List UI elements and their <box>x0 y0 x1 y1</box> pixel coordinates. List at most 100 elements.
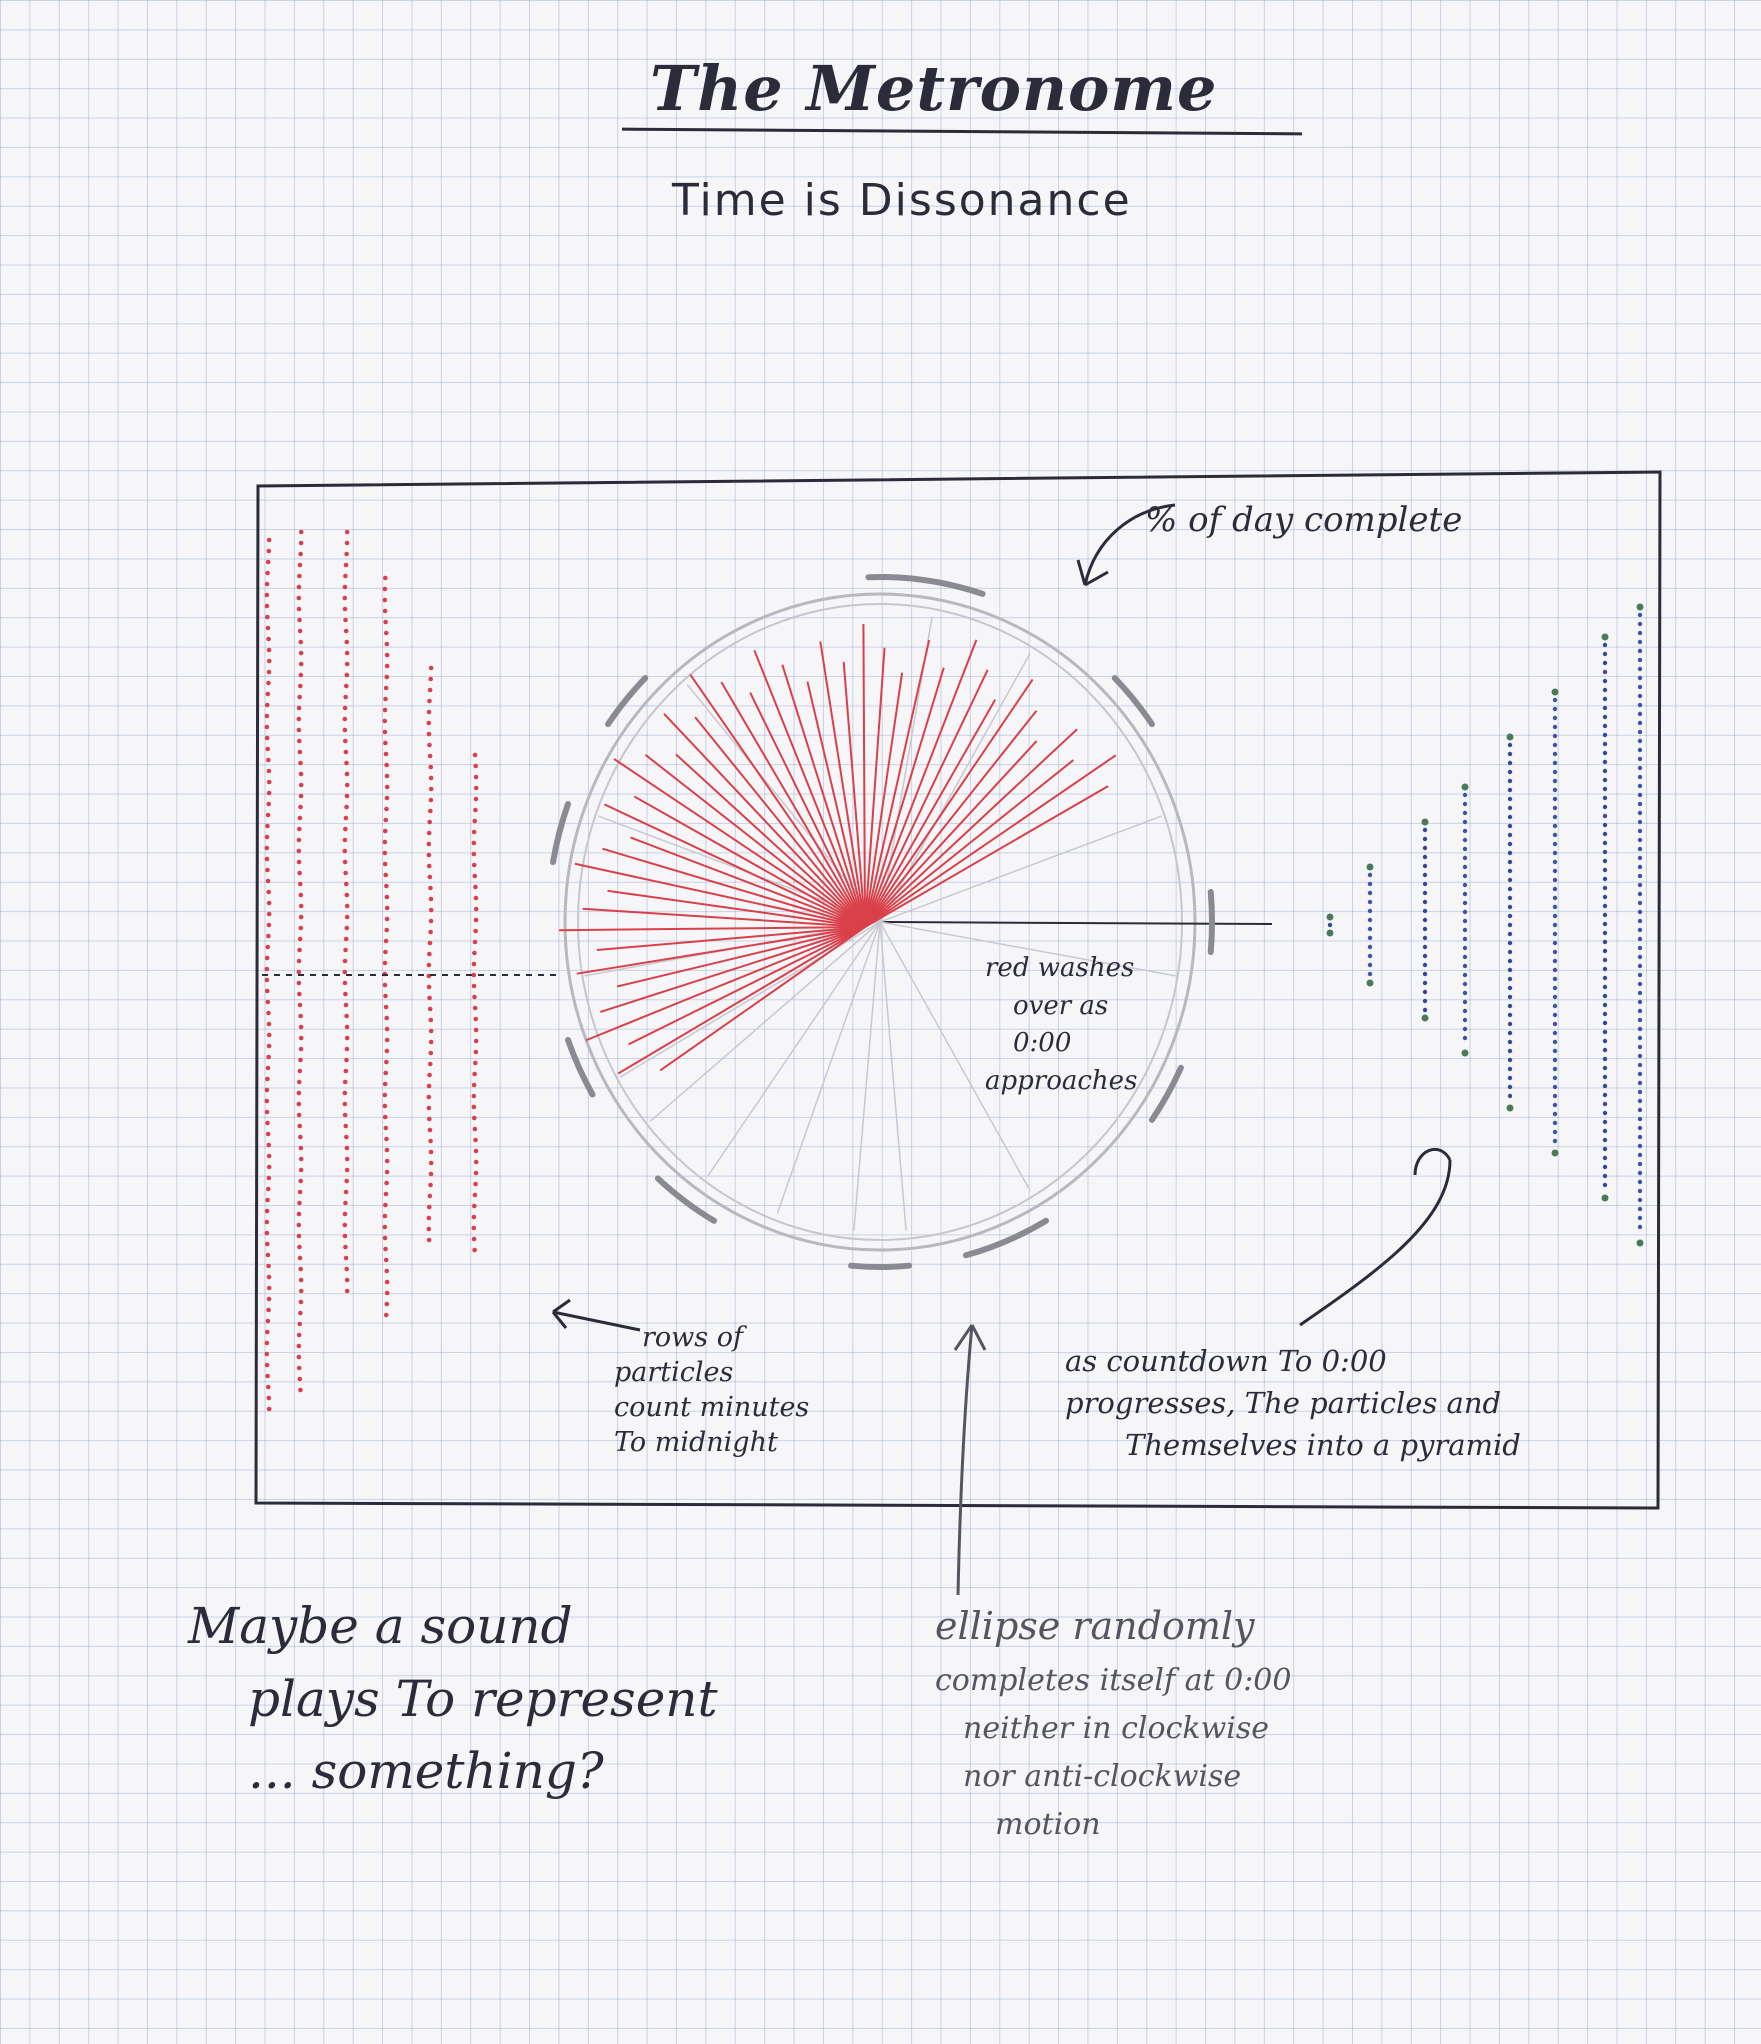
particle-dot <box>342 716 348 722</box>
particle-dot <box>384 784 390 790</box>
pyramid-dot <box>1602 975 1608 981</box>
particle-dot <box>383 1125 389 1131</box>
pyramid-dot <box>1602 804 1608 810</box>
particle-dot <box>428 676 433 682</box>
particle-dot <box>266 1054 271 1060</box>
pyramid-dot <box>1552 814 1558 820</box>
particle-dot <box>344 1277 350 1283</box>
pyramid-dot <box>1637 774 1643 780</box>
clock-ellipse <box>550 574 1273 1271</box>
particle-dot <box>344 1134 349 1140</box>
pyramid-bottom-dot <box>1421 1014 1429 1022</box>
particle-dot <box>266 548 272 554</box>
red-radial-line <box>842 661 866 928</box>
pyramid-dot <box>1637 882 1643 888</box>
pyramid-dot <box>1602 1038 1608 1044</box>
pyramid-dot <box>1602 939 1608 945</box>
particle-dot <box>298 1156 304 1162</box>
particle-dot <box>384 883 389 889</box>
note-line: motion <box>995 1806 1101 1842</box>
pyramid-dot <box>1637 1125 1643 1131</box>
particle-dot <box>471 1104 477 1110</box>
pyramid-dot <box>1507 823 1513 829</box>
particle-dot <box>266 1307 271 1313</box>
particle-dot <box>428 896 434 902</box>
particle-dot <box>266 900 272 906</box>
pyramid-dot <box>1552 949 1558 955</box>
particle-dot <box>384 641 390 647</box>
pyramid-dot <box>1507 1084 1513 1090</box>
particle-dot <box>298 1167 304 1173</box>
particle-dot <box>472 939 478 945</box>
particle-dot <box>343 815 349 821</box>
pyramid-dot <box>1507 1039 1513 1045</box>
particle-dot <box>264 1241 270 1247</box>
particle-dot <box>296 1365 302 1371</box>
pyramid-dot <box>1637 801 1643 807</box>
particle-dot <box>298 1134 303 1140</box>
particle-dot <box>265 625 271 631</box>
particle-dot <box>473 1181 478 1187</box>
particle-dot <box>473 785 479 791</box>
particle-dot <box>298 1046 304 1052</box>
particle-dot <box>428 665 434 671</box>
particle-dot <box>343 936 349 942</box>
clock-tick <box>1111 675 1155 728</box>
particle-dot <box>383 1202 388 1208</box>
particle-dot <box>426 1204 432 1210</box>
particle-dot <box>297 936 303 942</box>
particle-dot <box>472 818 478 824</box>
pyramid-dot <box>1462 819 1468 825</box>
particle-dot <box>264 1329 270 1335</box>
particle-dot <box>473 1027 479 1033</box>
particle-dot <box>473 1038 479 1044</box>
pyramid-dot <box>1637 1071 1643 1077</box>
pyramid-dot <box>1602 885 1608 891</box>
pyramid-dot <box>1462 1008 1468 1014</box>
note-line: Themselves into a pyramid <box>1125 1428 1521 1463</box>
particle-dot <box>297 1244 302 1250</box>
particle-dot <box>296 837 302 843</box>
particle-dot <box>266 1395 272 1401</box>
particle-dot <box>297 991 302 997</box>
pyramid-dot <box>1422 989 1428 995</box>
particle-dot <box>384 1290 390 1296</box>
particle-dot <box>266 1274 272 1280</box>
pyramid-dot <box>1637 657 1643 663</box>
particle-dot <box>427 1072 432 1078</box>
pyramid-dot <box>1507 895 1513 901</box>
pyramid-dot <box>1507 778 1513 784</box>
particle-dot <box>266 636 271 642</box>
pyramid-dot <box>1507 1003 1513 1009</box>
particle-dot <box>344 1057 349 1063</box>
particle-dot <box>344 771 350 777</box>
particle-dot <box>298 793 304 799</box>
note-line: plays To represent <box>248 1669 718 1728</box>
grey-radial-line <box>879 921 907 1231</box>
particle-dot <box>264 603 270 609</box>
pyramid-top-dot <box>1551 688 1559 696</box>
particle-dot <box>384 674 390 680</box>
particle-dot <box>297 694 302 700</box>
particle-dot <box>383 740 388 746</box>
pyramid-dot <box>1602 813 1608 819</box>
particle-dot <box>383 685 389 691</box>
particle-dot <box>427 951 432 957</box>
particle-dot <box>266 757 271 763</box>
particle-dot <box>473 917 479 923</box>
pyramid-dot <box>1637 1044 1643 1050</box>
particle-dot <box>296 584 302 590</box>
pyramid-dot <box>1422 845 1428 851</box>
pyramid-dot <box>1552 1093 1558 1099</box>
particle-dot <box>266 1263 271 1269</box>
percent-day-note: % of day complete <box>1145 500 1463 540</box>
pyramid-dot <box>1602 1020 1608 1026</box>
pyramid-dot <box>1637 891 1643 897</box>
pyramid-dot <box>1602 1083 1608 1089</box>
particle-dot <box>384 1268 390 1274</box>
grey-radial-line <box>853 921 881 1231</box>
particle-dot <box>472 950 477 956</box>
pyramid-dot <box>1602 1074 1608 1080</box>
pyramid-dot <box>1552 697 1558 703</box>
pyramid-dot <box>1462 945 1468 951</box>
